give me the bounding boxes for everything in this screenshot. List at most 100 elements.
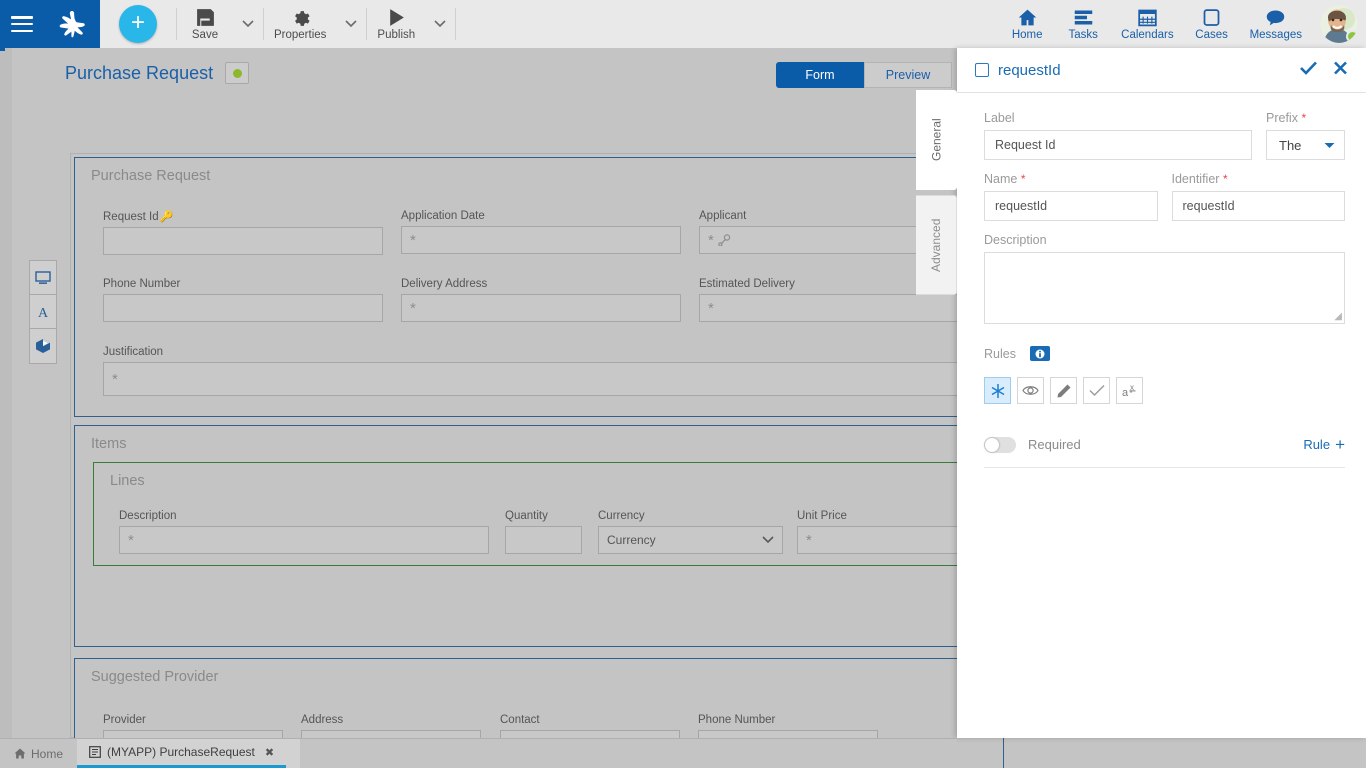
publish-caret[interactable] — [425, 0, 455, 48]
description-textarea[interactable]: ◢ — [984, 252, 1345, 324]
name-identifier-row: Name * requestId Identifier * requestId — [984, 172, 1345, 221]
cases-icon — [1200, 7, 1223, 28]
label-input[interactable]: Request Id — [984, 130, 1252, 160]
nav-tasks[interactable]: Tasks — [1055, 0, 1111, 48]
field-request-id[interactable]: Request Id🔑 — [103, 210, 383, 255]
nav-cases-label: Cases — [1195, 29, 1228, 41]
taskbar-tab-purchaserequest[interactable]: (MYAPP) PurchaseRequest ✖ — [77, 739, 286, 768]
publish-button[interactable]: Publish — [367, 0, 425, 48]
component-checkbox[interactable] — [975, 63, 989, 77]
resize-grip-icon[interactable]: ◢ — [1334, 311, 1342, 322]
identifier-label-text: Identifier — [1172, 172, 1220, 186]
name-field-label: Name * — [984, 172, 1158, 186]
check-icon — [1300, 61, 1317, 75]
status-badge[interactable] — [225, 62, 249, 84]
avatar[interactable] — [1320, 5, 1358, 43]
label-prefix-row: Label Request Id Prefix * The — [984, 111, 1345, 160]
close-button[interactable] — [1333, 60, 1348, 80]
section-items[interactable]: Items Lines Description * Quantity Curre… — [74, 425, 1004, 647]
field-input[interactable] — [103, 227, 383, 255]
eye-rule-button[interactable] — [1017, 377, 1044, 404]
field-input[interactable] — [505, 526, 582, 554]
home-icon — [1016, 7, 1039, 28]
field-prefix-group: Prefix * The — [1266, 111, 1345, 160]
nav-cases[interactable]: Cases — [1184, 0, 1240, 48]
field-input[interactable]: * — [401, 294, 681, 322]
pencil-rule-icon — [1056, 383, 1072, 399]
close-icon[interactable]: ✖ — [265, 746, 274, 759]
field-description[interactable]: Description * — [119, 510, 489, 554]
field-input[interactable]: * — [103, 362, 975, 396]
asterisk-rule-button[interactable] — [984, 377, 1011, 404]
save-button[interactable]: Save — [177, 0, 233, 48]
field-label: Phone Number — [698, 714, 878, 726]
tab-preview[interactable]: Preview — [864, 62, 952, 88]
field-input[interactable]: * — [699, 294, 979, 322]
field-label: Address — [301, 714, 481, 726]
hamburger-icon[interactable] — [11, 16, 33, 32]
properties-title: requestId — [998, 62, 1284, 79]
vtab-advanced[interactable]: Advanced — [916, 195, 957, 295]
check-rule-button[interactable] — [1083, 377, 1110, 404]
page-title: Purchase Request — [65, 63, 213, 84]
properties-caret[interactable] — [336, 0, 366, 48]
tab-form[interactable]: Form — [776, 62, 864, 88]
label-text: Request Id — [103, 211, 159, 223]
nav-home-label: Home — [1012, 29, 1043, 41]
pencil-rule-button[interactable] — [1050, 377, 1077, 404]
properties-button[interactable]: Properties — [264, 0, 336, 48]
add-button[interactable]: + — [119, 5, 157, 43]
section-purchase-request[interactable]: Purchase Request Request Id🔑 Application… — [74, 157, 1004, 417]
field-application-date[interactable]: Application Date * — [401, 210, 681, 254]
field-value: * — [708, 301, 714, 316]
avatar-wrap[interactable] — [1312, 0, 1366, 48]
toolbar-right-group: Home Tasks Calendars — [999, 0, 1366, 48]
field-label: Request Id🔑 — [103, 210, 383, 223]
field-currency[interactable]: Currency Currency — [598, 510, 783, 554]
prefix-select[interactable]: The — [1266, 130, 1345, 160]
add-rule-button[interactable]: Rule + — [1303, 436, 1345, 453]
brand-block — [0, 0, 100, 48]
required-asterisk: * — [1021, 172, 1026, 186]
left-rail — [0, 48, 12, 738]
vtab-general[interactable]: General — [916, 90, 957, 190]
field-quantity[interactable]: Quantity — [505, 510, 582, 554]
field-label-group: Label Request Id — [984, 111, 1252, 160]
field-input[interactable] — [103, 294, 383, 322]
identifier-input[interactable]: requestId — [1172, 191, 1346, 221]
required-toggle[interactable] — [984, 437, 1016, 453]
save-caret[interactable] — [233, 0, 263, 48]
field-input[interactable]: * — [119, 526, 489, 554]
description-field-label: Description — [984, 233, 1345, 247]
field-value: * — [410, 301, 416, 316]
chevron-down-icon — [762, 536, 774, 544]
section-title: Purchase Request — [75, 158, 1003, 184]
field-input[interactable]: * — [401, 226, 681, 254]
nav-calendars[interactable]: Calendars — [1111, 0, 1183, 48]
frog-logo-icon[interactable] — [55, 9, 89, 39]
nav-home[interactable]: Home — [999, 0, 1055, 48]
name-input[interactable]: requestId — [984, 191, 1158, 221]
status-dot — [1346, 30, 1358, 43]
confirm-button[interactable] — [1300, 60, 1317, 80]
status-dot-icon — [233, 69, 242, 78]
form-canvas: Purchase Request Request Id🔑 Application… — [48, 98, 960, 738]
field-label: Contact — [500, 714, 680, 726]
field-description-group: Description ◢ — [984, 233, 1345, 324]
section-title: Suggested Provider — [75, 659, 1003, 685]
field-justification[interactable]: Justification * — [103, 346, 975, 396]
field-label: Phone Number — [103, 278, 383, 290]
info-icon[interactable] — [1030, 346, 1050, 361]
identifier-field-label: Identifier * — [1172, 172, 1346, 186]
field-delivery-address[interactable]: Delivery Address * — [401, 278, 681, 322]
section-lines[interactable]: Lines Description * Quantity Currency Cu… — [93, 462, 1004, 566]
home-icon — [14, 748, 26, 759]
nav-messages[interactable]: Messages — [1240, 0, 1312, 48]
required-asterisk: * — [1223, 172, 1228, 186]
rules-label: Rules — [984, 347, 1016, 361]
taskbar-home[interactable]: Home — [0, 739, 77, 768]
field-select[interactable]: Currency — [598, 526, 783, 554]
format-rule-button[interactable]: a x " — [1116, 377, 1143, 404]
bottom-taskbar: Home (MYAPP) PurchaseRequest ✖ — [0, 738, 957, 768]
field-phone-number[interactable]: Phone Number — [103, 278, 383, 322]
